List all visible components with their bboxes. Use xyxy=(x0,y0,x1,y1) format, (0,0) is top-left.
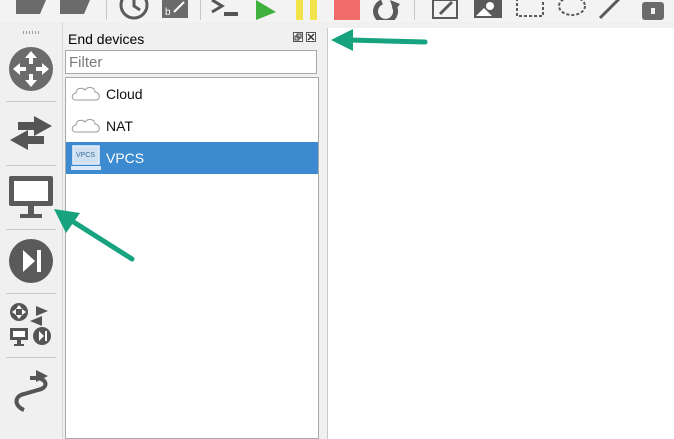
rectangle-icon[interactable] xyxy=(514,0,546,20)
list-item-nat[interactable]: NAT xyxy=(66,110,318,142)
ellipse-icon[interactable] xyxy=(556,0,588,20)
save-folder-icon[interactable] xyxy=(58,0,92,20)
pause-icon[interactable] xyxy=(292,0,322,20)
annotation-arrow-icon xyxy=(54,209,135,262)
close-icon xyxy=(307,33,315,41)
device-label: Cloud xyxy=(106,86,143,102)
toolbar-separator xyxy=(414,0,415,20)
toolbar-separator xyxy=(106,0,107,20)
switch-icon[interactable] xyxy=(6,106,56,160)
insert-picture-icon[interactable] xyxy=(472,0,504,20)
close-dock-button[interactable] xyxy=(306,32,316,42)
snapshot-icon[interactable]: b xyxy=(160,0,190,20)
console-icon[interactable] xyxy=(206,0,242,20)
lock-icon[interactable] xyxy=(640,0,666,20)
device-label: VPCS xyxy=(106,150,145,166)
float-dock-button[interactable] xyxy=(293,32,303,42)
vpcs-icon-text: VPCS xyxy=(76,152,95,159)
add-link-icon[interactable] xyxy=(6,362,56,416)
edit-note-icon[interactable] xyxy=(430,0,462,20)
play-icon[interactable] xyxy=(252,0,280,20)
router-icon[interactable] xyxy=(6,42,56,96)
stop-icon[interactable] xyxy=(332,0,362,20)
dock-title: End devices xyxy=(68,31,145,47)
cloud-icon xyxy=(71,87,100,101)
end-device-icon[interactable] xyxy=(6,170,56,224)
annotation-arrow-icon xyxy=(331,29,428,51)
toolbar-separator xyxy=(200,0,201,20)
filter-input[interactable]: Filter xyxy=(65,50,317,74)
open-folder-icon[interactable] xyxy=(14,0,48,20)
device-label: NAT xyxy=(106,118,133,134)
toolbar-grip[interactable] xyxy=(23,31,39,34)
main-toolbar: b xyxy=(0,0,674,22)
cloud-icon xyxy=(71,119,100,133)
clock-icon[interactable] xyxy=(118,0,150,20)
topology-canvas[interactable] xyxy=(327,28,674,439)
list-item-vpcs[interactable]: VPCS VPCS xyxy=(66,142,318,174)
restore-icon xyxy=(294,33,302,41)
line-icon[interactable] xyxy=(598,0,622,20)
reload-icon[interactable] xyxy=(372,0,404,20)
all-devices-icon[interactable] xyxy=(6,298,56,352)
security-device-icon[interactable] xyxy=(6,234,56,288)
list-item-cloud[interactable]: Cloud xyxy=(66,78,318,110)
vpcs-computer-icon: VPCS xyxy=(71,145,101,170)
svg-text:b: b xyxy=(165,7,171,18)
